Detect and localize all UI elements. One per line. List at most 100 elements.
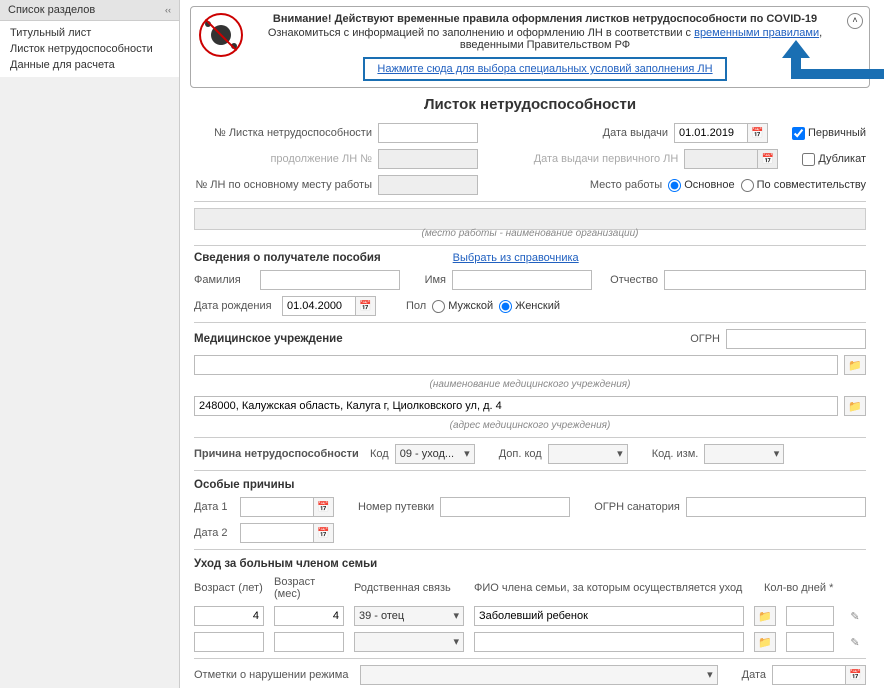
issue-date-label: Дата выдачи	[603, 127, 668, 139]
care-section-title: Уход за больным членом семьи	[194, 558, 866, 570]
calendar-icon: 📅	[758, 149, 778, 169]
main-panel: ˄ Внимание! Действуют временные правила …	[180, 0, 884, 688]
primary-date-input	[684, 149, 758, 169]
birthdate-label: Дата рождения	[194, 300, 276, 312]
med-name-hint: (наименование медицинского учреждения)	[194, 379, 866, 390]
fio-label: ФИО члена семьи, за которым осуществляет…	[474, 582, 754, 594]
relation-select-2[interactable]	[354, 632, 464, 652]
rules-link[interactable]: временными правилами	[694, 27, 819, 39]
lastname-input[interactable]	[260, 270, 400, 290]
issue-date-input[interactable]	[674, 123, 748, 143]
sidebar-list: Титульный лист Листок нетрудоспособности…	[0, 21, 179, 77]
primary-checkbox[interactable]: Первичный	[792, 127, 866, 140]
days-input-2[interactable]	[786, 632, 834, 652]
patronymic-label: Отчество	[598, 274, 658, 286]
med-addr-input[interactable]	[194, 396, 838, 416]
org-hint: (место работы - наименование организации…	[194, 228, 866, 239]
calendar-icon[interactable]: 📅	[748, 123, 768, 143]
main-place-input	[378, 175, 478, 195]
continuation-label: продолжение ЛН №	[194, 153, 372, 165]
sanatorium-ogrn-input[interactable]	[686, 497, 866, 517]
continuation-input	[378, 149, 478, 169]
firstname-input[interactable]	[452, 270, 592, 290]
folder-icon[interactable]: 📁	[844, 396, 866, 416]
days-label: Кол-во дней *	[764, 582, 834, 594]
sidebar-item-title-sheet[interactable]: Титульный лист	[0, 25, 179, 41]
primary-date-label: Дата выдачи первичного ЛН	[534, 153, 679, 165]
ln-number-input[interactable]	[378, 123, 478, 143]
date2-label: Дата 2	[194, 527, 234, 539]
notice-body: Ознакомиться с информацией по заполнению…	[251, 27, 839, 51]
add-code-label: Доп. код	[499, 448, 542, 460]
page-title: Листок нетрудоспособности	[186, 96, 874, 113]
date1-input[interactable]	[240, 497, 314, 517]
reason-code-select[interactable]: 09 - уход...	[395, 444, 475, 464]
violation-date-input[interactable]	[772, 665, 846, 685]
med-section-title: Медицинское учреждение	[194, 333, 343, 345]
age-years-input-2[interactable]	[194, 632, 264, 652]
covid-forbidden-icon	[199, 13, 243, 57]
workplace-main-radio[interactable]: Основное	[668, 179, 734, 192]
lastname-label: Фамилия	[194, 274, 254, 286]
covid-notice: ˄ Внимание! Действуют временные правила …	[190, 6, 870, 88]
age-years-input[interactable]	[194, 606, 264, 626]
firstname-label: Имя	[406, 274, 446, 286]
sanatorium-ogrn-label: ОГРН санатория	[594, 501, 680, 513]
special-conditions-frame: Нажмите сюда для выбора специальных усло…	[363, 57, 726, 81]
ogrn-input[interactable]	[726, 329, 866, 349]
org-name-input[interactable]	[194, 208, 866, 230]
workplace-label: Место работы	[590, 179, 662, 191]
violation-label: Отметки о нарушении режима	[194, 669, 354, 681]
workplace-combi-radio[interactable]: По совместительству	[741, 179, 866, 192]
chevron-left-icon[interactable]: ‹‹	[165, 5, 171, 15]
date2-input[interactable]	[240, 523, 314, 543]
violation-date-label: Дата	[742, 669, 766, 681]
fio-input-2[interactable]	[474, 632, 744, 652]
voucher-input[interactable]	[440, 497, 570, 517]
fio-input[interactable]	[474, 606, 744, 626]
sex-female-radio[interactable]: Женский	[499, 300, 560, 313]
calendar-icon[interactable]: 📅	[314, 523, 334, 543]
code-change-select[interactable]	[704, 444, 784, 464]
ogrn-label: ОГРН	[690, 333, 720, 345]
sidebar-item-calc-data[interactable]: Данные для расчета	[0, 57, 179, 73]
voucher-label: Номер путевки	[358, 501, 434, 513]
age-months-label: Возраст (мес)	[274, 576, 344, 600]
calendar-icon[interactable]: 📅	[846, 665, 866, 685]
code-change-label: Код. изм.	[652, 448, 699, 460]
sex-male-radio[interactable]: Мужской	[432, 300, 493, 313]
days-input[interactable]	[786, 606, 834, 626]
pencil-icon[interactable]: ✎	[844, 606, 866, 626]
med-addr-hint: (адрес медицинского учреждения)	[194, 420, 866, 431]
code-label: Код	[370, 448, 389, 460]
age-months-input[interactable]	[274, 606, 344, 626]
special-reasons-title: Особые причины	[194, 479, 866, 491]
folder-icon[interactable]: 📁	[844, 355, 866, 375]
reason-label: Причина нетрудоспособности	[194, 448, 364, 460]
med-name-input[interactable]	[194, 355, 838, 375]
calendar-icon[interactable]: 📅	[314, 497, 334, 517]
age-years-label: Возраст (лет)	[194, 582, 264, 594]
folder-icon[interactable]: 📁	[754, 632, 776, 652]
date1-label: Дата 1	[194, 501, 234, 513]
sidebar: Список разделов ‹‹ Титульный лист Листок…	[0, 0, 180, 688]
main-place-label: № ЛН по основному месту работы	[194, 179, 372, 191]
birthdate-input[interactable]	[282, 296, 356, 316]
collapse-icon[interactable]: ˄	[847, 13, 863, 29]
age-months-input-2[interactable]	[274, 632, 344, 652]
select-from-ref-link[interactable]: Выбрать из справочника	[453, 252, 579, 264]
folder-icon[interactable]: 📁	[754, 606, 776, 626]
sidebar-item-sick-leave[interactable]: Листок нетрудоспособности	[0, 41, 179, 57]
special-conditions-link[interactable]: Нажмите сюда для выбора специальных усло…	[377, 63, 712, 75]
relation-select[interactable]: 39 - отец	[354, 606, 464, 626]
ln-number-label: № Листка нетрудоспособности	[194, 127, 372, 139]
calendar-icon[interactable]: 📅	[356, 296, 376, 316]
relation-label: Родственная связь	[354, 582, 464, 594]
patronymic-input[interactable]	[664, 270, 866, 290]
pencil-icon[interactable]: ✎	[844, 632, 866, 652]
add-code-select[interactable]	[548, 444, 628, 464]
duplicate-checkbox[interactable]: Дубликат	[802, 153, 866, 166]
sidebar-header: Список разделов ‹‹	[0, 0, 179, 21]
sex-label: Пол	[406, 300, 426, 312]
violation-select[interactable]	[360, 665, 718, 685]
